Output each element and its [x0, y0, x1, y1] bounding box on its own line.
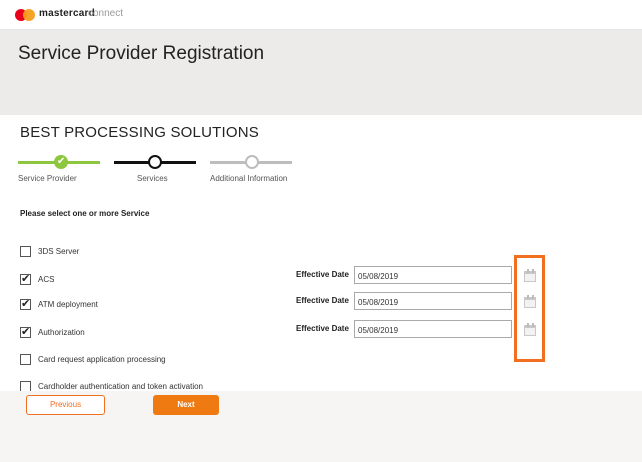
top-bar: mastercard connect: [0, 0, 642, 30]
next-button[interactable]: Next: [153, 395, 219, 415]
service-prompt: Please select one or more Service: [20, 209, 150, 218]
calendar-highlight-box: [514, 255, 545, 362]
brand-subtitle: connect: [88, 8, 124, 19]
effective-date-label: Effective Date: [296, 270, 349, 279]
step-3-upcoming-icon: [245, 155, 259, 169]
step-label-services: Services: [137, 174, 168, 183]
brand-name: mastercard: [39, 8, 95, 19]
step-1-check-icon: ✔: [54, 155, 68, 169]
service-label: ATM deployment: [38, 300, 98, 309]
effective-date-input-acs[interactable]: [354, 266, 512, 284]
service-checkbox-atm-deployment[interactable]: ✔: [20, 298, 31, 310]
service-label: 3DS Server: [38, 247, 80, 256]
checkmark-icon: ✔: [21, 326, 31, 338]
service-checkbox-authorization[interactable]: ✔: [20, 326, 31, 338]
progress-stepper: ✔ Service Provider Services Additional I…: [18, 150, 318, 185]
step-label-service-provider: Service Provider: [18, 174, 77, 183]
service-checkbox-acs[interactable]: ✔: [20, 273, 31, 285]
service-label: ACS: [38, 275, 55, 284]
title-banner: Service Provider Registration: [0, 30, 642, 115]
service-checkbox-card-request[interactable]: [20, 354, 31, 365]
service-label: Cardholder authentication and token acti…: [38, 382, 203, 391]
effective-date-input-authorization[interactable]: [354, 320, 512, 338]
step-label-additional-information: Additional Information: [210, 174, 288, 183]
checkmark-icon: ✔: [21, 273, 31, 285]
effective-date-input-atm-deployment[interactable]: [354, 292, 512, 310]
service-label: Authorization: [38, 328, 85, 337]
effective-date-label: Effective Date: [296, 324, 349, 333]
mastercard-logo-icon: [15, 9, 35, 21]
checkmark-icon: ✔: [21, 298, 31, 310]
effective-date-label: Effective Date: [296, 296, 349, 305]
previous-button[interactable]: Previous: [26, 395, 105, 415]
step-2-current-icon: [148, 155, 162, 169]
service-checkbox-3ds-server[interactable]: [20, 246, 31, 257]
page-title: Service Provider Registration: [18, 43, 265, 64]
company-name: BEST PROCESSING SOLUTIONS: [20, 124, 259, 141]
service-label: Card request application processing: [38, 355, 166, 364]
